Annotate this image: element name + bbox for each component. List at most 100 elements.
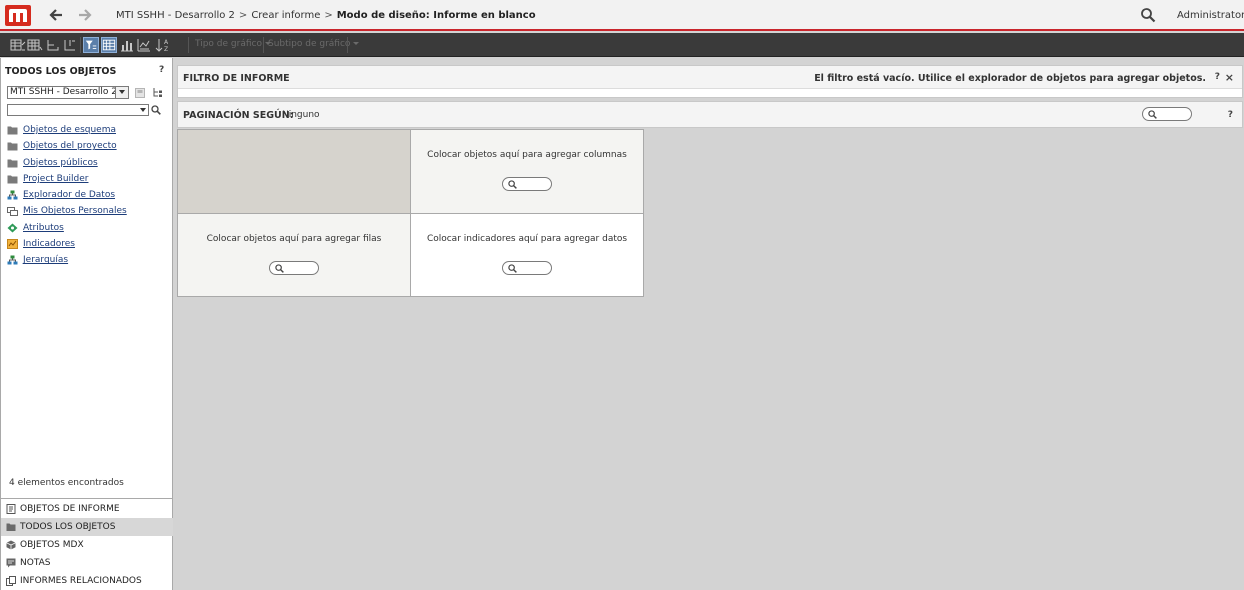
search-pill[interactable] xyxy=(269,261,319,275)
columns-search[interactable] xyxy=(502,177,552,191)
close-icon[interactable]: × xyxy=(1225,71,1234,84)
page-by-panel[interactable]: PAGINACIÓN SEGÚN: Ninguno ? xyxy=(177,101,1243,128)
filter-help-button[interactable]: ? xyxy=(1215,72,1220,82)
breadcrumb-project[interactable]: MTI SSHH - Desarrollo 2 xyxy=(116,10,235,21)
breadcrumb-separator: > xyxy=(238,10,248,21)
notes-icon xyxy=(6,558,16,568)
toolbar-separator xyxy=(80,37,81,53)
tree-item-label[interactable]: Objetos del proyecto xyxy=(23,141,117,151)
filter-panel-icon[interactable] xyxy=(83,37,99,53)
tree-item-label[interactable]: Mis Objetos Personales xyxy=(23,206,127,216)
grid-panel-icon[interactable] xyxy=(101,37,117,53)
related-reports-icon xyxy=(6,576,16,586)
grid-view-icon[interactable] xyxy=(27,37,43,53)
tree-view-icon[interactable] xyxy=(152,87,164,99)
data-drop-hint: Colocar indicadores aquí para agregar da… xyxy=(426,234,628,244)
search-icon xyxy=(508,180,517,189)
grid-chart-icon[interactable] xyxy=(136,37,152,53)
search-icon xyxy=(1148,110,1157,119)
accordion-all-objects[interactable]: TODOS LOS OBJETOS xyxy=(1,518,173,536)
accordion-notes[interactable]: NOTAS xyxy=(1,554,173,572)
page-by-help-button[interactable]: ? xyxy=(1228,110,1233,120)
chart-subtype-label: Subtipo de gráfico xyxy=(268,39,351,49)
toolbar-separator xyxy=(263,37,264,53)
sort-ascending-icon[interactable]: AZ xyxy=(155,37,171,53)
object-browser-panel: TODOS LOS OBJETOS ? MTI SSHH - Desarroll… xyxy=(0,58,173,590)
panel-help-button[interactable]: ? xyxy=(159,65,164,75)
chart-type-label: Tipo de gráfico xyxy=(195,39,262,49)
breadcrumb-separator: > xyxy=(324,10,333,21)
report-filter-header: FILTRO DE INFORME El filtro está vacío. … xyxy=(178,66,1242,89)
tree-item-label[interactable]: Atributos xyxy=(23,223,64,233)
toolbar-separator xyxy=(347,37,348,53)
search-icon xyxy=(508,264,517,273)
page-by-value: Ninguno xyxy=(282,110,320,120)
attribute-icon xyxy=(7,223,18,233)
chevron-down-icon xyxy=(353,42,360,45)
cube-icon xyxy=(6,540,16,550)
columns-drop-zone[interactable]: Colocar objetos aquí para agregar column… xyxy=(411,130,643,214)
accordion-mdx-objects[interactable]: OBJETOS MDX xyxy=(1,536,173,554)
folder-icon xyxy=(6,523,16,531)
page-by-search[interactable] xyxy=(1142,107,1192,121)
logo-m-icon xyxy=(9,9,27,22)
rows-drop-zone[interactable]: Colocar objetos aquí para agregar filas xyxy=(178,214,411,296)
project-select[interactable]: MTI SSHH - Desarrollo 2 xyxy=(7,86,129,99)
report-grid: Colocar objetos aquí para agregar column… xyxy=(177,129,644,297)
tree-item-label[interactable]: Indicadores xyxy=(23,239,75,249)
report-objects-icon xyxy=(6,504,16,514)
tree-item-label[interactable]: Explorador de Datos xyxy=(23,190,115,200)
personal-objects-icon xyxy=(7,207,18,217)
data-drop-zone[interactable]: Colocar indicadores aquí para agregar da… xyxy=(411,214,643,296)
hierarchy-icon xyxy=(7,255,18,265)
save-search-icon[interactable] xyxy=(134,87,146,99)
folder-icon xyxy=(7,126,18,135)
search-icon[interactable] xyxy=(1140,7,1156,23)
breadcrumb-create-report[interactable]: Crear informe xyxy=(251,10,320,21)
chart-type-dropdown[interactable]: Tipo de gráfico xyxy=(195,39,271,49)
tree-item-label[interactable]: Objetos públicos xyxy=(23,158,98,168)
report-filter-message: El filtro está vacío. Utilice el explora… xyxy=(814,73,1206,84)
top-header: MTI SSHH - Desarrollo 2 > Crear informe > Mo… xyxy=(0,0,1244,31)
accordion-related-reports[interactable]: INFORMES RELACIONADOS xyxy=(1,572,173,590)
design-toolbar: AZ Tipo de gráfico Subtipo de gráfico xyxy=(0,33,1244,57)
search-pill[interactable] xyxy=(502,261,552,275)
accordion-label: OBJETOS MDX xyxy=(20,540,84,550)
search-icon xyxy=(275,264,284,273)
search-pill[interactable] xyxy=(502,177,552,191)
svg-text:A: A xyxy=(164,39,169,46)
insert-row-icon[interactable] xyxy=(45,37,61,53)
toolbar-separator xyxy=(188,37,189,53)
folder-icon xyxy=(7,175,18,184)
bar-chart-icon[interactable] xyxy=(119,37,135,53)
metrics-icon xyxy=(7,239,18,250)
project-select-value: MTI SSHH - Desarrollo 2 xyxy=(10,87,118,97)
accordion-label: NOTAS xyxy=(20,558,51,568)
data-search[interactable] xyxy=(502,261,552,275)
microstrategy-logo[interactable] xyxy=(5,5,31,26)
tree-item-label[interactable]: Objetos de esquema xyxy=(23,125,116,135)
rows-search[interactable] xyxy=(269,261,319,275)
object-search-input[interactable] xyxy=(7,104,149,116)
search-pill[interactable] xyxy=(1142,107,1192,121)
report-filter-title: FILTRO DE INFORME xyxy=(183,73,290,84)
chevron-down-icon[interactable] xyxy=(115,87,128,98)
grid-corner xyxy=(178,130,411,214)
back-arrow-icon[interactable] xyxy=(48,7,64,23)
search-icon[interactable] xyxy=(151,105,161,115)
grid-graph-icon[interactable] xyxy=(10,37,26,53)
folder-icon xyxy=(7,159,18,168)
chevron-down-icon[interactable] xyxy=(140,108,146,112)
accordion-report-objects[interactable]: OBJETOS DE INFORME xyxy=(1,500,173,518)
divider xyxy=(1,498,173,499)
insert-column-icon[interactable] xyxy=(62,37,78,53)
user-menu[interactable]: Administrator xyxy=(1177,10,1244,21)
hierarchy-icon xyxy=(7,190,18,200)
tree-item-label[interactable]: Project Builder xyxy=(23,174,88,184)
report-filter-panel[interactable]: FILTRO DE INFORME El filtro está vacío. … xyxy=(177,65,1243,98)
accordion-label: INFORMES RELACIONADOS xyxy=(20,576,142,586)
accordion-label: OBJETOS DE INFORME xyxy=(20,504,120,514)
forward-arrow-icon[interactable] xyxy=(77,7,93,23)
chart-subtype-dropdown[interactable]: Subtipo de gráfico xyxy=(268,39,360,49)
tree-item-label[interactable]: Jerarquías xyxy=(23,255,68,265)
